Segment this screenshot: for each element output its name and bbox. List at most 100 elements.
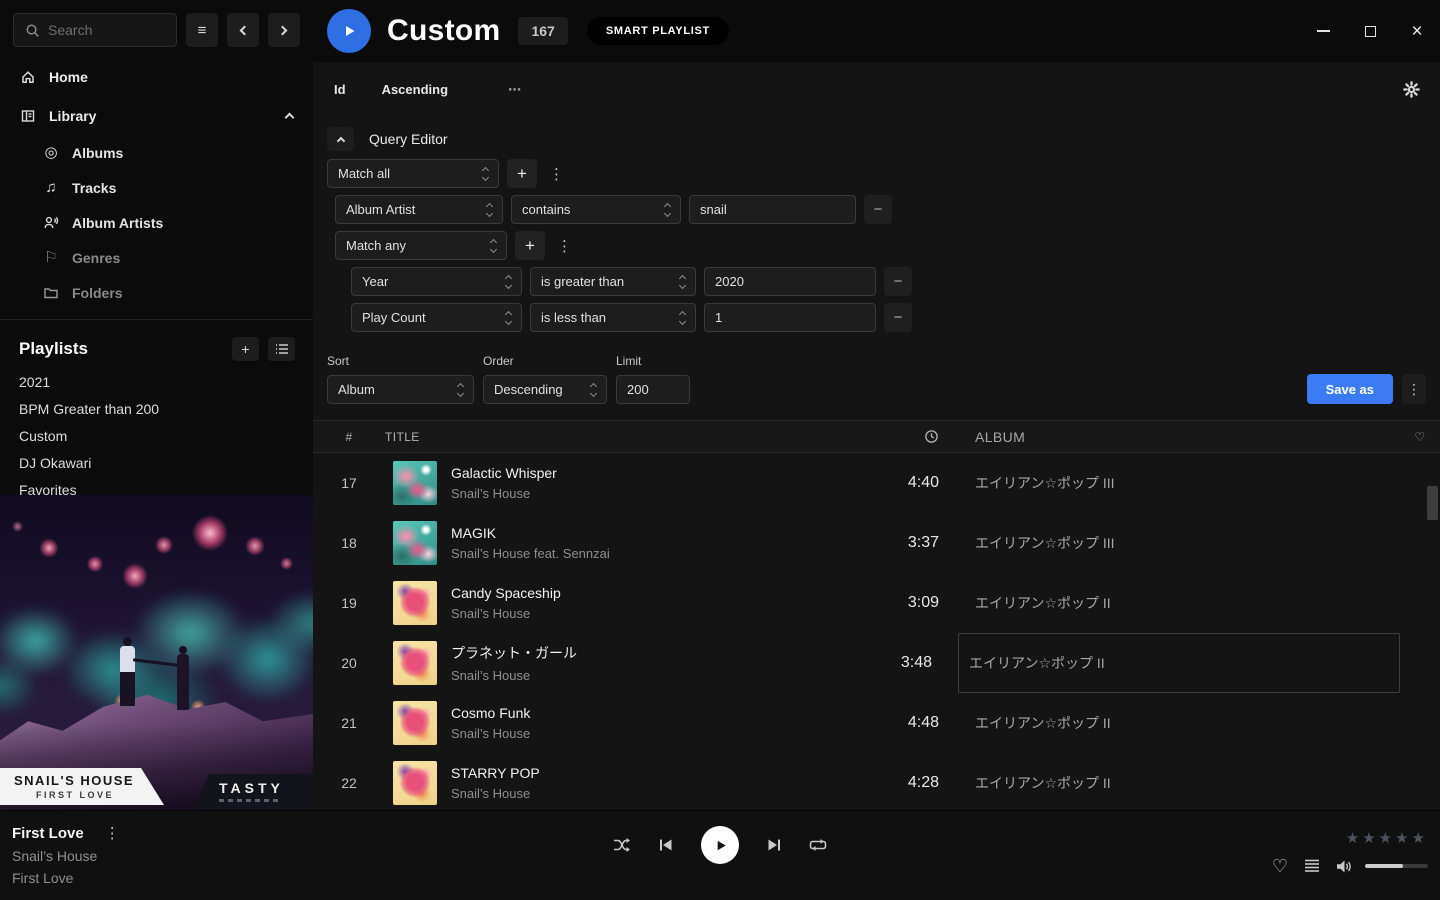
rule-operator-select[interactable]: is greater than <box>530 267 696 296</box>
column-header-duration[interactable] <box>875 429 939 444</box>
rule-value-input[interactable] <box>704 267 876 296</box>
sidebar-item-folders[interactable]: Folders <box>0 275 313 310</box>
queue-button[interactable] <box>1304 859 1320 873</box>
back-button[interactable] <box>227 13 259 47</box>
sidebar-item-genres[interactable]: ⚐ Genres <box>0 240 313 275</box>
sidebar-item-tracks[interactable]: ♫ Tracks <box>0 170 313 205</box>
track-number: 20 <box>313 655 385 671</box>
sort-order-button[interactable]: Ascending <box>382 82 448 97</box>
play-playlist-button[interactable] <box>327 9 371 53</box>
forward-button[interactable] <box>268 13 300 47</box>
search-input[interactable] <box>48 22 166 38</box>
rule-field-select[interactable]: Year <box>351 267 522 296</box>
column-header-index[interactable]: # <box>313 430 385 444</box>
select-arrows-icon <box>672 312 685 324</box>
add-playlist-button[interactable]: + <box>232 337 259 361</box>
volume-slider[interactable] <box>1365 864 1428 868</box>
next-track-button[interactable] <box>766 837 782 853</box>
track-row[interactable]: 21 Cosmo Funk Snail’s House 4:48 エイリアン☆ポ… <box>313 693 1440 753</box>
sidebar-item-albums[interactable]: ◎ Albums <box>0 135 313 170</box>
track-artist: Snail’s House <box>451 606 561 621</box>
query-group-row: Match all + ⋮ <box>327 159 1426 188</box>
star-icon[interactable]: ★ <box>1395 831 1408 846</box>
rule-value-input[interactable] <box>689 195 856 224</box>
sidebar-item-album-artists[interactable]: Album Artists <box>0 205 313 240</box>
scrollbar-thumb[interactable] <box>1427 486 1438 520</box>
search-box[interactable] <box>13 13 177 47</box>
sidebar-item-label: Tracks <box>72 180 116 196</box>
save-as-button[interactable]: Save as <box>1307 374 1393 404</box>
volume-mute-button[interactable] <box>1336 859 1353 874</box>
query-editor-header: Query Editor <box>327 126 1426 152</box>
play-pause-button[interactable] <box>701 826 739 864</box>
home-icon <box>20 69 36 85</box>
shuffle-button[interactable] <box>613 837 631 853</box>
remove-rule-button[interactable]: − <box>864 195 892 224</box>
album-art-label-banner: TASTY <box>193 774 313 810</box>
remove-rule-button[interactable]: − <box>884 303 912 332</box>
collapse-chevron-icon[interactable] <box>285 112 295 122</box>
sort-select[interactable]: Album <box>327 375 474 404</box>
add-rule-button[interactable]: + <box>507 159 537 188</box>
rule-field-select[interactable]: Play Count <box>351 303 522 332</box>
sidebar-item-library[interactable]: Library <box>0 96 313 135</box>
sidebar-item-home[interactable]: Home <box>0 57 313 96</box>
track-row[interactable]: 18 MAGIK Snail’s House feat. Sennzai 3:3… <box>313 513 1440 573</box>
speaker-icon <box>1336 859 1353 874</box>
sort-field-button[interactable]: Id <box>334 82 346 97</box>
select-arrows-icon <box>498 276 511 288</box>
match-type-select[interactable]: Match all <box>327 159 499 188</box>
favorite-heart-button[interactable]: ♡ <box>1272 857 1288 875</box>
order-select[interactable]: Descending <box>483 375 607 404</box>
settings-gear-button[interactable] <box>1403 81 1420 98</box>
playlist-item[interactable]: 2021 <box>0 369 313 396</box>
rule-value-input[interactable] <box>704 303 876 332</box>
group-options-button[interactable]: ⋮ <box>545 165 568 183</box>
close-button[interactable]: × <box>1409 23 1425 39</box>
select-arrows-icon <box>498 312 511 324</box>
menu-button[interactable]: ≡ <box>186 13 218 47</box>
track-row[interactable]: 22 STARRY POP Snail’s House 4:28 エイリアン☆ポ… <box>313 753 1440 810</box>
playlist-item[interactable]: BPM Greater than 200 <box>0 396 313 423</box>
group-options-button[interactable]: ⋮ <box>553 237 576 255</box>
save-options-button[interactable]: ⋮ <box>1402 374 1426 404</box>
track-album-focused-cell[interactable]: エイリアン☆ポップ II <box>958 633 1400 693</box>
repeat-button[interactable] <box>809 837 827 853</box>
track-row[interactable]: 19 Candy Spaceship Snail’s House 3:09 エイ… <box>313 573 1440 633</box>
track-row[interactable]: 20 プラネット・ガール Snail’s House 3:48 エイリアン☆ポッ… <box>313 633 1440 693</box>
now-playing-options-button[interactable]: ⋮ <box>101 824 124 842</box>
column-header-album[interactable]: ALBUM <box>975 429 1400 445</box>
query-editor-collapse-button[interactable] <box>327 127 354 151</box>
playlist-list-button[interactable] <box>268 337 295 361</box>
playlist-item[interactable]: DJ Okawari <box>0 450 313 477</box>
playback-controls <box>613 826 827 864</box>
limit-input[interactable] <box>616 375 690 404</box>
rule-operator-select[interactable]: is less than <box>530 303 696 332</box>
add-rule-button[interactable]: + <box>515 231 545 260</box>
gear-icon <box>1403 81 1420 98</box>
track-album: エイリアン☆ポップ II <box>975 773 1400 793</box>
sort-options-row: Sort Album Order Descending Limit Save a… <box>327 354 1426 404</box>
maximize-button[interactable] <box>1362 23 1378 39</box>
previous-track-button[interactable] <box>658 837 674 853</box>
playlist-item[interactable]: Custom <box>0 423 313 450</box>
star-icon[interactable]: ★ <box>1379 831 1392 846</box>
star-icon[interactable]: ★ <box>1346 831 1359 846</box>
column-header-favorite[interactable]: ♡ <box>1400 430 1440 444</box>
minimize-button[interactable] <box>1315 23 1331 39</box>
volume-fill <box>1365 864 1403 868</box>
star-icon[interactable]: ★ <box>1412 831 1425 846</box>
album-art-figure <box>120 646 135 706</box>
star-icon[interactable]: ★ <box>1362 831 1375 846</box>
match-type-select[interactable]: Match any <box>335 231 507 260</box>
rating-stars: ★ ★ ★ ★ ★ <box>1346 831 1425 846</box>
track-row[interactable]: 17 Galactic Whisper Snail’s House 4:40 エ… <box>313 453 1440 513</box>
limit-field-group: Limit <box>616 354 690 404</box>
remove-rule-button[interactable]: − <box>884 267 912 296</box>
rule-field-select[interactable]: Album Artist <box>335 195 503 224</box>
save-controls: Save as ⋮ <box>1307 374 1426 404</box>
smart-playlist-badge: SMART PLAYLIST <box>587 17 729 45</box>
more-options-button[interactable]: ⋯ <box>508 82 523 98</box>
column-header-title[interactable]: TITLE <box>385 430 875 444</box>
rule-operator-select[interactable]: contains <box>511 195 681 224</box>
